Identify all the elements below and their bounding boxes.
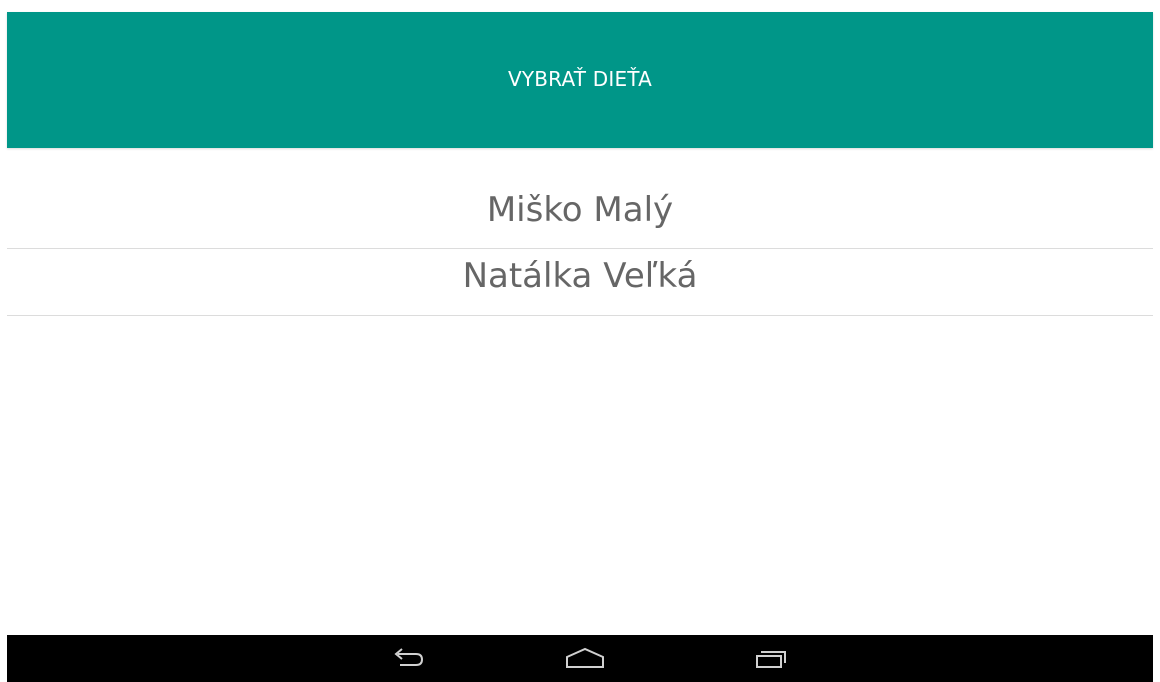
home-button[interactable] [545, 635, 625, 682]
app-bar-title: VYBRAŤ DIEŤA [507, 67, 653, 91]
child-list: Miško Malý Natálka Veľká [7, 183, 1153, 316]
screen: VYBRAŤ DIEŤA Miško Malý Natálka Veľká [0, 0, 1160, 682]
system-navigation-bar [7, 635, 1153, 682]
recent-apps-icon [756, 650, 786, 668]
app-bar: VYBRAŤ DIEŤA [7, 12, 1153, 148]
child-name: Natálka Veľká [462, 256, 698, 296]
recent-apps-button[interactable] [729, 635, 809, 682]
list-item[interactable]: Miško Malý [7, 183, 1153, 249]
back-icon [394, 647, 424, 666]
home-icon [566, 647, 604, 668]
list-item[interactable]: Natálka Veľká [7, 249, 1153, 316]
child-name: Miško Malý [486, 189, 674, 230]
back-button[interactable] [368, 635, 448, 682]
